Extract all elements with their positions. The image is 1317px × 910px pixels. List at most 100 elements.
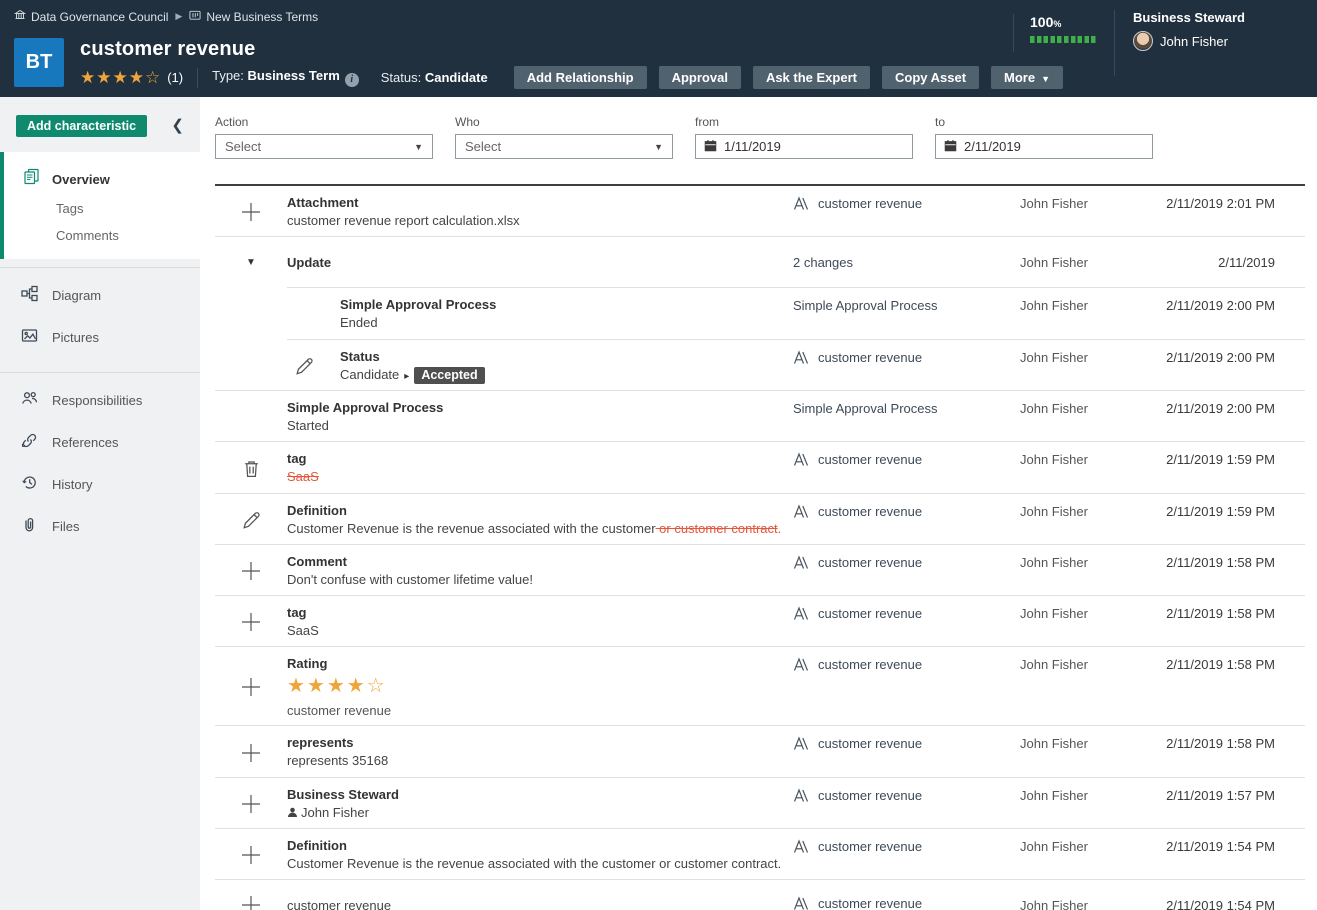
asset-link[interactable]: customer revenue (818, 788, 922, 803)
collapse-row-icon[interactable]: ▼ (215, 257, 287, 268)
timestamp-cell: 2/11/2019 2:00 PM (1165, 350, 1305, 365)
header-band: Data Governance Council ▶ New Business T… (0, 0, 1317, 97)
user-cell: John Fisher (1020, 504, 1165, 519)
activity-row: DefinitionCustomer Revenue is the revenu… (215, 494, 1305, 544)
activity-row: represents represents 35168 customer reven… (215, 726, 1305, 776)
steward-name: John Fisher (1160, 34, 1228, 49)
plus-icon (215, 792, 287, 816)
steward-user-chip[interactable]: John Fisher (1133, 31, 1245, 51)
copy-asset-button[interactable]: Copy Asset (882, 66, 979, 89)
timestamp-cell: 2/11/2019 1:58 PM (1165, 736, 1305, 751)
pictures-icon (21, 327, 38, 347)
activity-title: represents (287, 735, 793, 750)
responsibilities-icon (21, 390, 38, 410)
chevron-down-icon: ▼ (414, 142, 423, 152)
sidebar-item-comments[interactable]: Comments (4, 222, 200, 249)
asset-cell: customer revenue (793, 452, 1020, 471)
breadcrumb-community[interactable]: Data Governance Council (14, 9, 168, 24)
activity-row: tagSaaScustomer revenueJohn Fisher2/11/2… (215, 596, 1305, 646)
asset-link[interactable]: Simple Approval Process (793, 401, 938, 416)
activity-detail: customer revenue report calculation.xlsx (287, 213, 793, 229)
sidebar-item-responsibilities[interactable]: Responsibilities (0, 379, 200, 421)
asset-link[interactable]: customer revenue (818, 196, 922, 211)
asset-cell: customer revenue (793, 736, 1020, 755)
asset-link[interactable]: Simple Approval Process (793, 298, 938, 313)
activity-detail: SaaS (287, 469, 793, 485)
activity-detail: Candidate▸Accepted (340, 367, 793, 384)
timestamp-cell: 2/11/2019 (1165, 255, 1305, 270)
activity-detail: represents 35168 (287, 753, 793, 769)
divider (1013, 14, 1014, 52)
type-field: Type: Business Termi (212, 68, 359, 87)
plus-icon (215, 610, 287, 634)
add-relationship-button[interactable]: Add Relationship (514, 66, 647, 89)
asset-link[interactable]: 2 changes (793, 255, 853, 270)
asset-link[interactable]: customer revenue (818, 839, 922, 854)
status-field: Status: Candidate (381, 70, 488, 85)
timestamp-cell: 2/11/2019 1:59 PM (1165, 452, 1305, 467)
add-characteristic-button[interactable]: Add characteristic (16, 115, 147, 137)
user-cell: John Fisher (1020, 839, 1165, 854)
breadcrumb-label: Data Governance Council (31, 10, 168, 24)
asset-cell: customer revenue (793, 350, 1020, 369)
activity-detail: Ended (340, 315, 793, 331)
plus-icon (215, 200, 287, 224)
action-filter-select[interactable]: Select ▼ (215, 134, 433, 159)
business-term-icon (793, 350, 810, 369)
asset-link[interactable]: customer revenue (818, 504, 922, 519)
activity-row: Simple Approval ProcessEndedSimple Appro… (215, 288, 1305, 338)
asset-cell: customer revenue (793, 504, 1020, 523)
asset-cell: customer revenue (793, 788, 1020, 807)
breadcrumb-domain[interactable]: New Business Terms (189, 9, 318, 24)
sidebar-item-label: History (52, 477, 92, 492)
collapse-sidebar-icon[interactable]: ❮ (171, 115, 184, 137)
sidebar-item-references[interactable]: References (0, 421, 200, 463)
user-cell: John Fisher (1020, 657, 1165, 672)
divider (197, 68, 198, 88)
info-icon[interactable]: i (345, 73, 359, 87)
asset-link[interactable]: customer revenue (818, 657, 922, 672)
action-filter-label: Action (215, 115, 433, 129)
ask-the-expert-button[interactable]: Ask the Expert (753, 66, 870, 89)
sidebar-item-overview[interactable]: Overview (4, 163, 200, 195)
asset-link[interactable]: customer revenue (818, 896, 922, 910)
who-filter-select[interactable]: Select ▼ (455, 134, 673, 159)
user-cell: John Fisher (1020, 255, 1165, 270)
sidebar-item-label: Overview (52, 172, 110, 187)
sidebar-item-tags[interactable]: Tags (4, 195, 200, 222)
rating-stars[interactable]: ★★★★☆ (80, 69, 161, 86)
asset-cell: Simple Approval Process (793, 401, 1020, 416)
asset-link[interactable]: customer revenue (818, 606, 922, 621)
history-icon (21, 474, 38, 494)
sidebar-item-files[interactable]: Files (0, 505, 200, 547)
files-icon (21, 516, 38, 536)
sidebar-item-label: Responsibilities (52, 393, 142, 408)
sidebar: Add characteristic ❮ Overview Tags Comme… (0, 97, 200, 910)
breadcrumb-label: New Business Terms (206, 10, 318, 24)
asset-link[interactable]: customer revenue (818, 452, 922, 467)
progress-bar (1030, 36, 1098, 43)
to-date-label: to (935, 115, 1153, 129)
asset-link[interactable]: customer revenue (818, 736, 922, 751)
activity-filters: Action Select ▼ Who Select ▼ from (215, 115, 1305, 159)
asset-type-badge: BT (14, 38, 64, 87)
from-date-input[interactable]: 1/11/2019 (695, 134, 913, 159)
asset-link[interactable]: customer revenue (818, 350, 922, 365)
sidebar-item-pictures[interactable]: Pictures (0, 316, 200, 358)
plus-icon (215, 843, 287, 867)
breadcrumb-separator-icon: ▶ (175, 11, 182, 22)
sidebar-item-history[interactable]: History (0, 463, 200, 505)
activity-row: Business StewardJohn Fishercustomer reve… (215, 778, 1305, 828)
divider (1114, 10, 1115, 76)
business-term-icon (793, 657, 810, 676)
user-cell: John Fisher (1020, 298, 1165, 313)
sidebar-item-diagram[interactable]: Diagram (0, 274, 200, 316)
to-date-input[interactable]: 2/11/2019 (935, 134, 1153, 159)
activity-detail: Don't confuse with customer lifetime val… (287, 572, 793, 588)
asset-link[interactable]: customer revenue (818, 555, 922, 570)
approval-button[interactable]: Approval (659, 66, 741, 89)
asset-cell: customer revenue (793, 606, 1020, 625)
activity-title: Business Steward (287, 787, 793, 802)
activity-title: Status (340, 349, 793, 364)
plus-icon (215, 893, 287, 910)
